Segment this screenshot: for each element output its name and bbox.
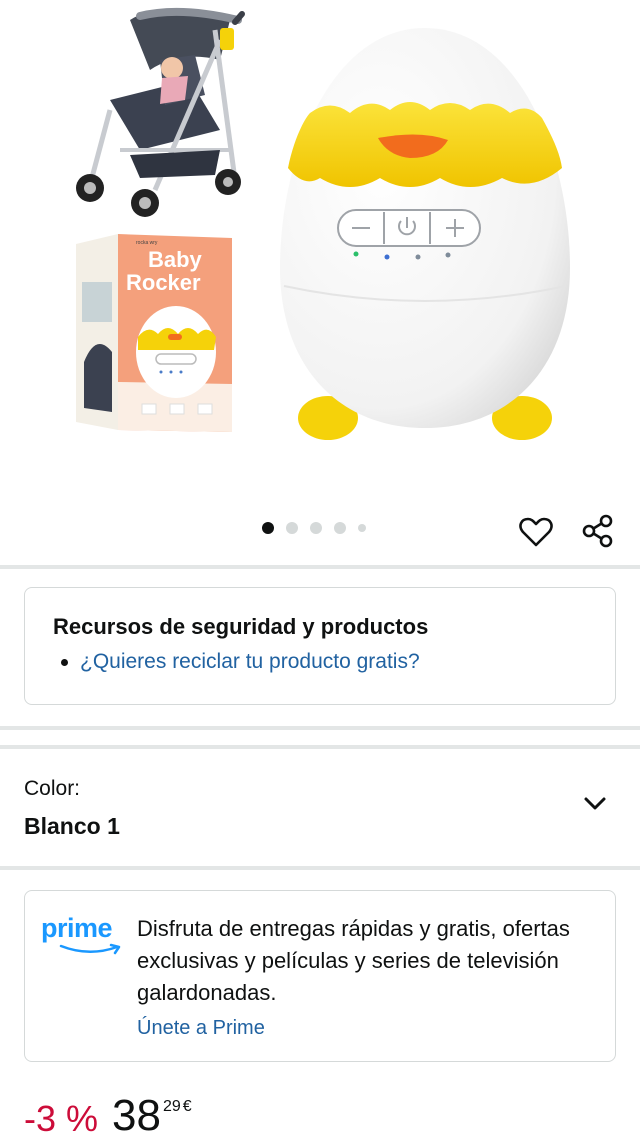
prime-description: Disfruta de entregas rápidas y gratis, o… (137, 916, 570, 1005)
price-block: -3 % 38 29 € (24, 1092, 192, 1142)
egg-rocker-image (280, 28, 570, 440)
color-selector[interactable]: Color: Blanco 1 (0, 755, 640, 865)
discount-percent: -3 % (24, 1098, 99, 1139)
section-divider (0, 565, 640, 569)
section-divider (0, 726, 640, 730)
pagination-dot[interactable] (310, 522, 322, 534)
price-whole: 38 (112, 1091, 161, 1140)
recycle-link[interactable]: ¿Quieres reciclar tu producto gratis? (61, 650, 420, 674)
recycle-link-text[interactable]: ¿Quieres reciclar tu producto gratis? (80, 650, 420, 674)
pagination-dot[interactable] (358, 524, 366, 532)
image-pagination-dots[interactable] (262, 522, 366, 534)
share-icon[interactable] (580, 513, 616, 549)
safety-resources-card: Recursos de seguridad y productos ¿Quier… (24, 587, 616, 705)
safety-title: Recursos de seguridad y productos (53, 614, 429, 639)
prime-smile-icon (59, 943, 121, 955)
box-title-line1: Baby (148, 247, 203, 272)
box-title-line2: Rocker (126, 270, 201, 295)
prime-logo: prime (41, 913, 125, 957)
color-value: Blanco 1 (24, 813, 120, 839)
pagination-dot[interactable] (286, 522, 298, 534)
product-image-gallery[interactable]: rocka wry Baby Rocker (0, 0, 640, 500)
price-fraction: 29 (162, 1098, 181, 1115)
product-box-image: rocka wry Baby Rocker (76, 234, 232, 432)
stroller-image (76, 7, 245, 217)
join-prime-link[interactable]: Únete a Prime (137, 1017, 265, 1040)
prime-promo-card: prime Disfruta de entregas rápidas y gra… (24, 890, 616, 1062)
price-currency: € (182, 1098, 192, 1115)
chevron-down-icon[interactable] (582, 791, 608, 817)
pagination-dot-active[interactable] (262, 522, 274, 534)
section-divider (0, 866, 640, 870)
pagination-dot[interactable] (334, 522, 346, 534)
box-brand-text: rocka wry (136, 240, 158, 246)
section-divider (0, 745, 640, 749)
prime-logo-text: prime (41, 913, 113, 943)
bullet-icon (61, 658, 68, 666)
color-label: Color: (24, 777, 81, 800)
heart-icon[interactable] (518, 514, 554, 550)
